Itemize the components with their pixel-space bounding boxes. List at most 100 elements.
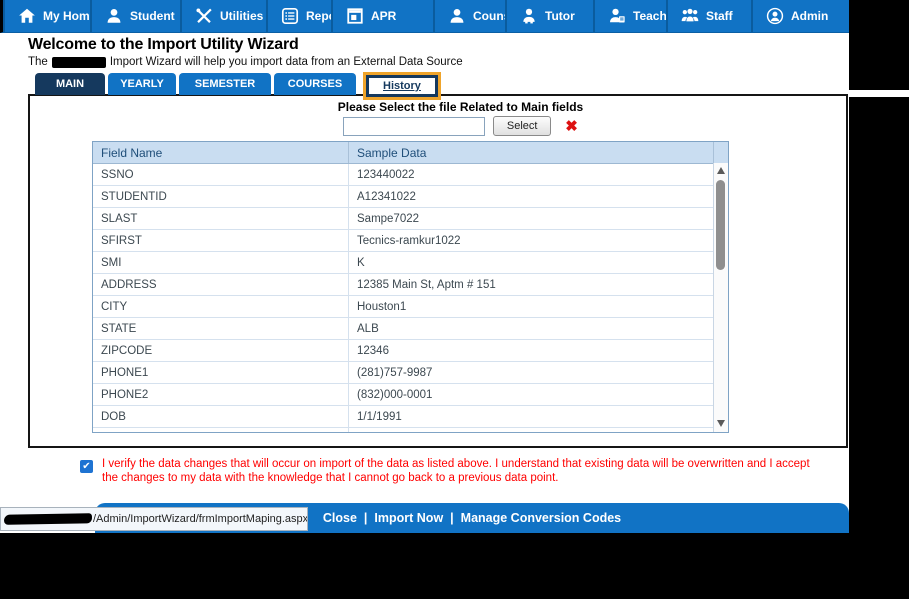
wizard-tab[interactable]: SEMESTER [179,73,271,95]
sample-data-cell: Sampe7022 [357,212,420,225]
file-path-input[interactable] [343,116,486,136]
table-row: DOB 1/1/1991 [93,406,713,428]
nav-item[interactable]: Staff [666,0,751,32]
nav-icon [448,7,466,25]
import-panel: Please Select the file Related to Main f… [28,94,848,448]
nav-item[interactable]: Student [90,0,180,32]
nav-icon [766,7,784,25]
table-row: ADDRESS 12385 Main St, Aptm # 151 [93,274,713,296]
field-name-cell: ADDRESS [93,274,349,295]
header-scroll-spacer [713,142,728,163]
scroll-up-arrow-icon[interactable] [714,165,728,177]
column-header-field-name: Field Name [93,142,349,163]
nav-item-label: Admin [791,9,829,23]
tab-history-highlight[interactable]: History [363,72,441,100]
nav-item-label: Staff [706,9,733,23]
table-row: PHONE1 (281)757-9987 [93,362,713,384]
page-title: Welcome to the Import Utility Wizard [28,36,299,53]
nav-icon [681,7,699,25]
nav-item-label: My Home [43,9,90,23]
field-name-cell: PHONE2 [93,384,349,405]
sample-data-cell: 123440022 [357,168,415,181]
field-name-cell: CITY [93,296,349,317]
footer-item: Import Now | [374,511,460,525]
subtitle-prefix: The [28,56,48,68]
sample-data-cell: Houston1 [357,300,407,313]
nav-icon [281,7,299,25]
nav-icon [346,7,364,25]
top-nav: My Home Student Utilities Reports APR [0,0,849,33]
table-body: SSNO 123440022 STUDENTID A12341022 SLAST… [93,164,713,432]
verify-checkbox[interactable]: ✔ [80,460,93,473]
table-row: ENTRYDATE 9/1/2015 [93,428,713,432]
nav-item[interactable]: My Home [3,0,90,32]
footer-item: Manage Conversion Codes | [461,511,621,525]
nav-item[interactable]: Teacher [593,0,666,32]
wizard-tab[interactable]: MAIN [35,73,105,95]
subtitle-suffix: Import Wizard will help you import data … [109,56,463,68]
nav-item[interactable]: Counselor [433,0,505,32]
tab-history[interactable]: History [369,78,435,94]
scrollbar-thumb[interactable] [716,180,725,270]
footer-action-link[interactable]: Close [323,511,357,525]
wizard-tab[interactable]: YEARLY [108,73,176,95]
sample-data-cell: Tecnics-ramkur1022 [357,234,461,247]
footer-item: Close | [323,511,375,525]
column-header-sample-data: Sample Data [357,145,427,160]
field-name-cell: SFIRST [93,230,349,251]
table-row: ZIPCODE 12346 [93,340,713,362]
field-name-cell: SMI [93,252,349,273]
table-header-row: Field Name Sample Data [93,142,728,164]
table-row: PHONE2 (832)000-0001 [93,384,713,406]
nav-item-label: APR [371,9,397,23]
table-row: STATE ALB [93,318,713,340]
verify-warning-text: I verify the data changes that will occu… [102,458,810,485]
wizard-tab[interactable]: COURSES [274,73,356,95]
sample-data-cell: 12346 [357,344,389,357]
nav-item[interactable]: Utilities [180,0,266,32]
field-name-cell: ENTRYDATE [93,428,349,432]
table-row: SFIRST Tecnics-ramkur1022 [93,230,713,252]
nav-icon [520,7,538,25]
status-url-path: /Admin/ImportWizard/frmImportMaping.aspx… [93,513,308,525]
nav-icon [18,7,36,25]
sample-data-cell: 12385 Main St, Aptm # 151 [357,278,496,291]
nav-item-label: Counselor [473,9,505,23]
wizard-tabs: MAIN YEARLY SEMESTER COURSES History [35,72,441,100]
footer-action-link[interactable]: Import Now [374,511,443,525]
redaction-box [51,56,106,68]
select-file-button[interactable]: Select [493,116,552,136]
footer-separator: | [363,511,368,525]
table-row: SMI K [93,252,713,274]
footer-separator: | [450,511,454,525]
app-window: My Home Student Utilities Reports APR [0,0,849,533]
nav-item[interactable]: APR [331,0,433,32]
sample-data-cell: ALB [357,322,379,335]
nav-icon [105,7,123,25]
field-mapping-table: Field Name Sample Data SSNO 123440022 ST… [92,141,729,433]
nav-item[interactable]: Admin [751,0,828,32]
table-row: SSNO 123440022 [93,164,713,186]
redaction-scribble [3,513,93,525]
sample-data-cell: K [357,256,365,269]
sample-data-cell: (832)000-0001 [357,388,433,401]
table-scrollbar[interactable] [713,163,728,432]
field-name-cell: SSNO [93,164,349,185]
nav-item[interactable]: Reports [266,0,331,32]
table-row: CITY Houston1 [93,296,713,318]
scroll-down-arrow-icon[interactable] [714,418,728,430]
file-select-row: Select ✖ [30,116,846,136]
field-name-cell: DOB [93,406,349,427]
nav-item-label: Student [130,9,175,23]
field-name-cell: STATE [93,318,349,339]
sample-data-cell: 1/1/1991 [357,410,402,423]
page-subtitle: The Import Wizard will help you import d… [28,56,463,68]
status-url-bar: /Admin/ImportWizard/frmImportMaping.aspx… [0,507,308,531]
red-x-icon[interactable]: ✖ [565,119,578,134]
sample-data-cell: 9/1/2015 [349,428,713,432]
sample-data-cell: (281)757-9987 [357,366,433,379]
footer-action-link[interactable]: Manage Conversion Codes [461,511,621,525]
nav-item[interactable]: Tutor [505,0,593,32]
file-select-prompt: Please Select the file Related to Main f… [337,100,584,114]
table-row: STUDENTID A12341022 [93,186,713,208]
